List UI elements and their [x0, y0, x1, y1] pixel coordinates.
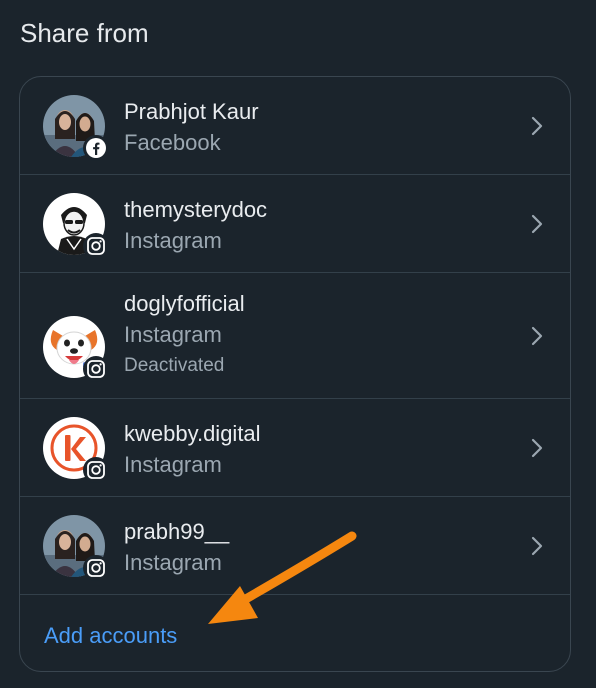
avatar [43, 316, 109, 382]
chevron-right-icon [531, 438, 543, 457]
account-name: doglyfofficial [124, 291, 245, 316]
instagram-icon [87, 360, 105, 378]
chevron-right-icon [531, 116, 543, 135]
avatar [43, 514, 109, 581]
badge [83, 554, 109, 581]
share-from-panel: Share from Prabhjot Kaur Facebook themys… [0, 0, 596, 688]
account-name: Prabhjot Kaur [124, 99, 259, 124]
account-texts: doglyfofficial Instagram Deactivated [124, 290, 245, 380]
account-status: Deactivated [124, 355, 225, 376]
account-row-prabhjot-kaur[interactable]: Prabhjot Kaur Facebook [20, 77, 570, 175]
account-name: themysterydoc [124, 197, 268, 222]
account-platform: Instagram [124, 228, 222, 253]
badge [83, 134, 109, 161]
facebook-icon [86, 137, 106, 158]
account-name: kwebby.digital [124, 421, 261, 446]
avatar [43, 192, 109, 259]
avatar [43, 94, 109, 161]
add-accounts-link[interactable]: Add accounts [44, 623, 177, 649]
account-texts: Prabhjot Kaur Facebook [124, 98, 259, 158]
account-platform: Instagram [124, 322, 222, 347]
avatar [43, 416, 109, 483]
account-row-kwebby-digital[interactable]: kwebby.digital Instagram [20, 399, 570, 497]
account-texts: kwebby.digital Instagram [124, 420, 261, 480]
account-row-themysterydoc[interactable]: themysterydoc Instagram [20, 175, 570, 273]
account-platform: Instagram [124, 452, 222, 477]
account-row-doglyfofficial[interactable]: doglyfofficial Instagram Deactivated [20, 273, 570, 399]
badge [83, 356, 109, 382]
instagram-icon [87, 236, 105, 255]
instagram-icon [87, 558, 105, 577]
section-title: Share from [20, 18, 149, 48]
chevron-right-icon [531, 326, 543, 345]
instagram-icon [87, 460, 105, 479]
account-platform: Facebook [124, 130, 221, 155]
annotation-arrow-icon [208, 531, 357, 624]
badge [83, 232, 109, 259]
badge [83, 456, 109, 483]
chevron-right-icon [531, 536, 543, 555]
chevron-right-icon [531, 214, 543, 233]
account-texts: themysterydoc Instagram [124, 196, 267, 256]
